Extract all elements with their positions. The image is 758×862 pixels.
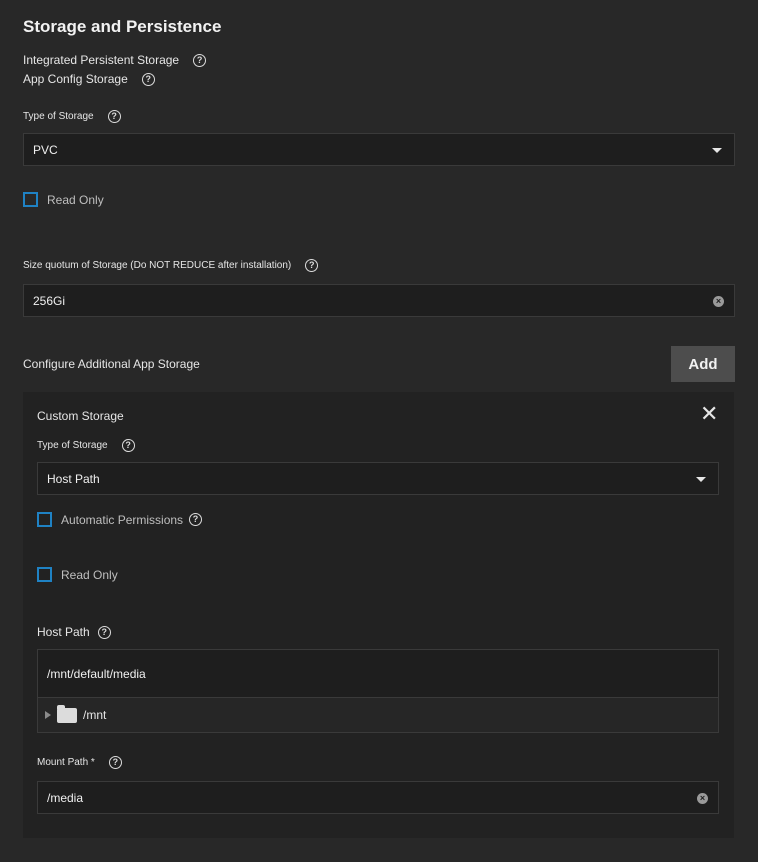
help-icon[interactable]: ? xyxy=(141,72,155,86)
help-icon[interactable]: ? xyxy=(107,110,121,123)
tree-item-label: /mnt xyxy=(83,708,107,722)
size-quotum-text: Size quotum of Storage (Do NOT REDUCE af… xyxy=(23,260,292,271)
type-of-storage-text: Type of Storage xyxy=(23,111,94,122)
chevron-down-icon xyxy=(712,148,722,153)
clear-icon[interactable]: × xyxy=(713,296,724,307)
custom-type-select[interactable]: Host Path xyxy=(37,462,719,495)
size-quotum-label: Size quotum of Storage (Do NOT REDUCE af… xyxy=(23,259,319,272)
custom-type-label: Type of Storage ? xyxy=(37,439,135,452)
mount-path-input[interactable]: /media × xyxy=(37,781,719,814)
automatic-permissions-checkbox[interactable] xyxy=(37,512,52,527)
tree-item-mnt[interactable]: /mnt xyxy=(38,698,718,732)
app-config-label: App Config Storage ? xyxy=(23,72,155,86)
help-icon[interactable]: ? xyxy=(108,756,122,769)
additional-storage-label: Configure Additional App Storage xyxy=(23,357,200,371)
add-button[interactable]: Add xyxy=(671,346,735,382)
help-icon[interactable]: ? xyxy=(97,625,111,639)
custom-type-value: Host Path xyxy=(47,471,100,486)
expand-arrow-icon[interactable] xyxy=(45,711,51,719)
custom-storage-title: Custom Storage xyxy=(37,409,124,423)
custom-storage-card xyxy=(23,392,734,838)
app-config-text: App Config Storage xyxy=(23,72,128,86)
chevron-down-icon xyxy=(696,477,706,482)
read-only-checkbox[interactable] xyxy=(23,192,38,207)
folder-icon xyxy=(57,704,77,723)
host-path-text: Host Path xyxy=(37,625,90,639)
mount-path-label: Mount Path * ? xyxy=(37,756,122,769)
read-only-row[interactable]: Read Only xyxy=(23,192,104,207)
storage-type-value: PVC xyxy=(33,142,58,157)
automatic-permissions-row[interactable]: Automatic Permissions ? xyxy=(37,512,203,527)
size-quotum-input[interactable]: 256Gi × xyxy=(23,284,735,317)
help-icon[interactable]: ? xyxy=(189,513,203,526)
help-icon[interactable]: ? xyxy=(121,439,135,452)
host-path-label: Host Path ? xyxy=(37,625,111,639)
clear-icon[interactable]: × xyxy=(697,793,708,804)
help-icon[interactable]: ? xyxy=(305,259,319,272)
mount-path-text: Mount Path * xyxy=(37,757,95,768)
section-title: Storage and Persistence xyxy=(23,17,222,36)
size-quotum-value: 256Gi xyxy=(33,293,66,308)
integrated-storage-text: Integrated Persistent Storage xyxy=(23,53,180,67)
close-icon[interactable]: ✕ xyxy=(700,403,718,425)
type-of-storage-label: Type of Storage ? xyxy=(23,110,121,123)
integrated-storage-label: Integrated Persistent Storage ? xyxy=(23,53,207,67)
custom-read-only-row[interactable]: Read Only xyxy=(37,567,118,582)
custom-read-only-checkbox[interactable] xyxy=(37,567,52,582)
host-path-value: /mnt/default/media xyxy=(47,666,146,681)
automatic-permissions-label: Automatic Permissions xyxy=(61,512,184,527)
read-only-label: Read Only xyxy=(47,192,104,207)
mount-path-value: /media xyxy=(47,790,84,805)
custom-read-only-label: Read Only xyxy=(61,567,118,582)
storage-type-select[interactable]: PVC xyxy=(23,133,735,166)
host-path-input[interactable]: /mnt/default/media xyxy=(38,650,718,698)
custom-type-text: Type of Storage xyxy=(37,440,108,451)
host-path-explorer: /mnt/default/media /mnt xyxy=(37,649,719,733)
help-icon[interactable]: ? xyxy=(193,53,207,67)
